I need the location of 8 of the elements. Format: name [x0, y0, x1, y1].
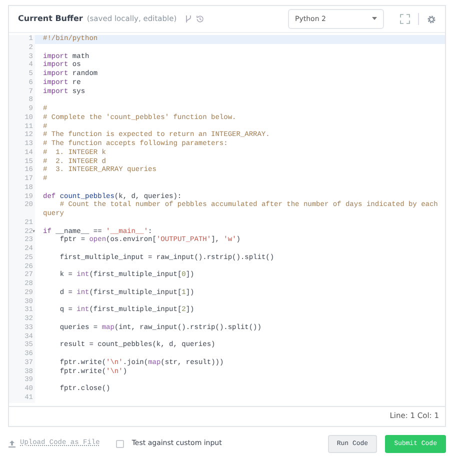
- settings-icon[interactable]: [427, 14, 436, 24]
- upload-icon[interactable]: [8, 440, 16, 448]
- branch-icon[interactable]: [184, 15, 192, 23]
- fullscreen-icon[interactable]: [400, 14, 410, 24]
- custom-input-checkbox[interactable]: [116, 440, 124, 448]
- caret-icon: [372, 17, 377, 21]
- buffer-title: Current Buffer: [18, 13, 83, 25]
- history-icon[interactable]: [196, 15, 204, 23]
